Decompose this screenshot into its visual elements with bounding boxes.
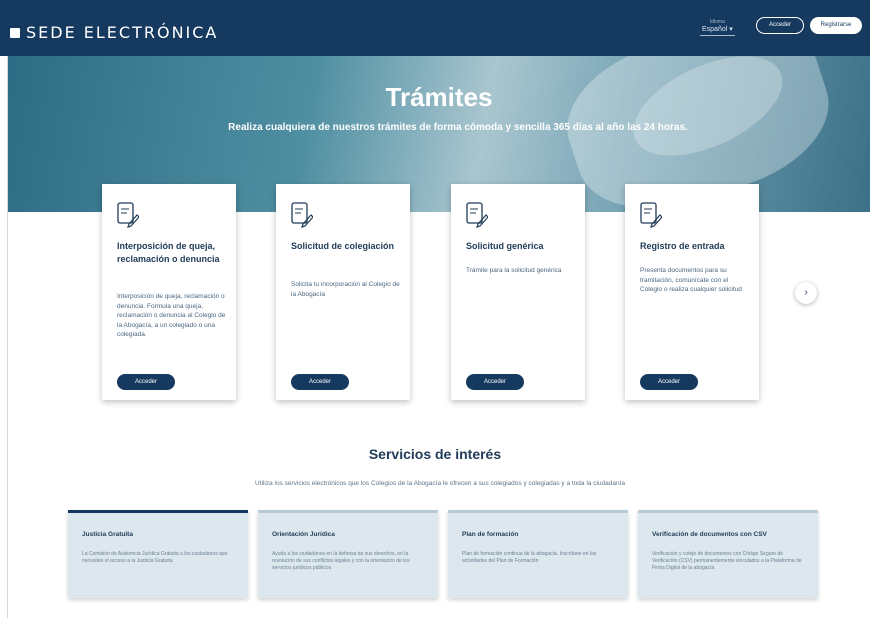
hero-subtitle: Realiza cualquiera de nuestros trámites … (228, 122, 688, 133)
service-card-csv-verification[interactable]: Verificación de documentos con CSV Verif… (638, 510, 818, 598)
login-button[interactable]: Acceder (756, 17, 804, 34)
language-value[interactable]: Español ▾ (700, 26, 735, 36)
language-label: Idioma (709, 19, 725, 25)
service-title: Plan de formación (462, 531, 519, 538)
document-edit-icon (640, 202, 662, 228)
procedure-card-membership: Solicitud de colegiación Solicita tu inc… (276, 184, 410, 400)
card-title: Interposición de queja, reclamación o de… (117, 241, 220, 264)
service-description: Verificación y cotejo de documentos con … (652, 551, 802, 571)
card-title: Solicitud genérica (466, 241, 544, 251)
service-title: Verificación de documentos con CSV (652, 531, 767, 538)
service-description: Ayuda a los ciudadanos en la defensa de … (272, 551, 410, 571)
service-card-legal-aid[interactable]: Justicia Gratuita La Comisión de Asisten… (68, 510, 248, 598)
card-description: Presenta documentos para su tramitación,… (640, 267, 742, 293)
hero-title: Trámites (385, 82, 493, 112)
procedure-card-complaint: Interposición de queja, reclamación o de… (102, 184, 236, 400)
card-access-button[interactable]: Acceder (291, 374, 349, 390)
logo-text: SEDE ELECTRÓNICA (26, 23, 219, 42)
service-description: La Comisión de Asistencia Jurídica Gratu… (82, 551, 228, 564)
procedure-card-generic: Solicitud genérica Trámite para la solic… (451, 184, 585, 400)
document-edit-icon (291, 202, 313, 228)
services-subtitle: Utiliza los servicios electrónicos que l… (255, 480, 625, 487)
document-edit-icon (466, 202, 488, 228)
logo-mark-icon (10, 27, 20, 38)
procedure-card-registry: Registro de entrada Presenta documentos … (625, 184, 759, 400)
card-access-button[interactable]: Acceder (466, 374, 524, 390)
card-description: Trámite para la solicitud genérica (466, 267, 562, 274)
carousel-next-button[interactable]: › (795, 282, 817, 304)
services-title: Servicios de interés (368, 446, 502, 462)
card-title: Registro de entrada (640, 241, 725, 251)
card-description: Solicita tu incorporación al Colegio de … (291, 281, 400, 298)
document-edit-icon (117, 202, 139, 228)
top-navbar: SEDE ELECTRÓNICA Idioma Español ▾ Accede… (0, 0, 870, 56)
site-logo[interactable]: SEDE ELECTRÓNICA (10, 23, 218, 42)
register-button[interactable]: Registrarse (810, 17, 862, 34)
card-title: Solicitud de colegiación (291, 241, 395, 251)
card-access-button[interactable]: Acceder (640, 374, 698, 390)
service-title: Orientación Jurídica (272, 531, 335, 538)
card-description: Interposición de queja, reclamación o de… (117, 293, 226, 338)
service-title: Justicia Gratuita (82, 531, 133, 538)
service-card-legal-guidance[interactable]: Orientación Jurídica Ayuda a los ciudada… (258, 510, 438, 598)
language-selector[interactable]: Idioma Español ▾ (700, 18, 735, 36)
service-description: Plan de formación continua de la abogací… (462, 551, 597, 564)
card-access-button[interactable]: Acceder (117, 374, 175, 390)
chevron-right-icon: › (804, 287, 808, 298)
service-card-training[interactable]: Plan de formación Plan de formación cont… (448, 510, 628, 598)
